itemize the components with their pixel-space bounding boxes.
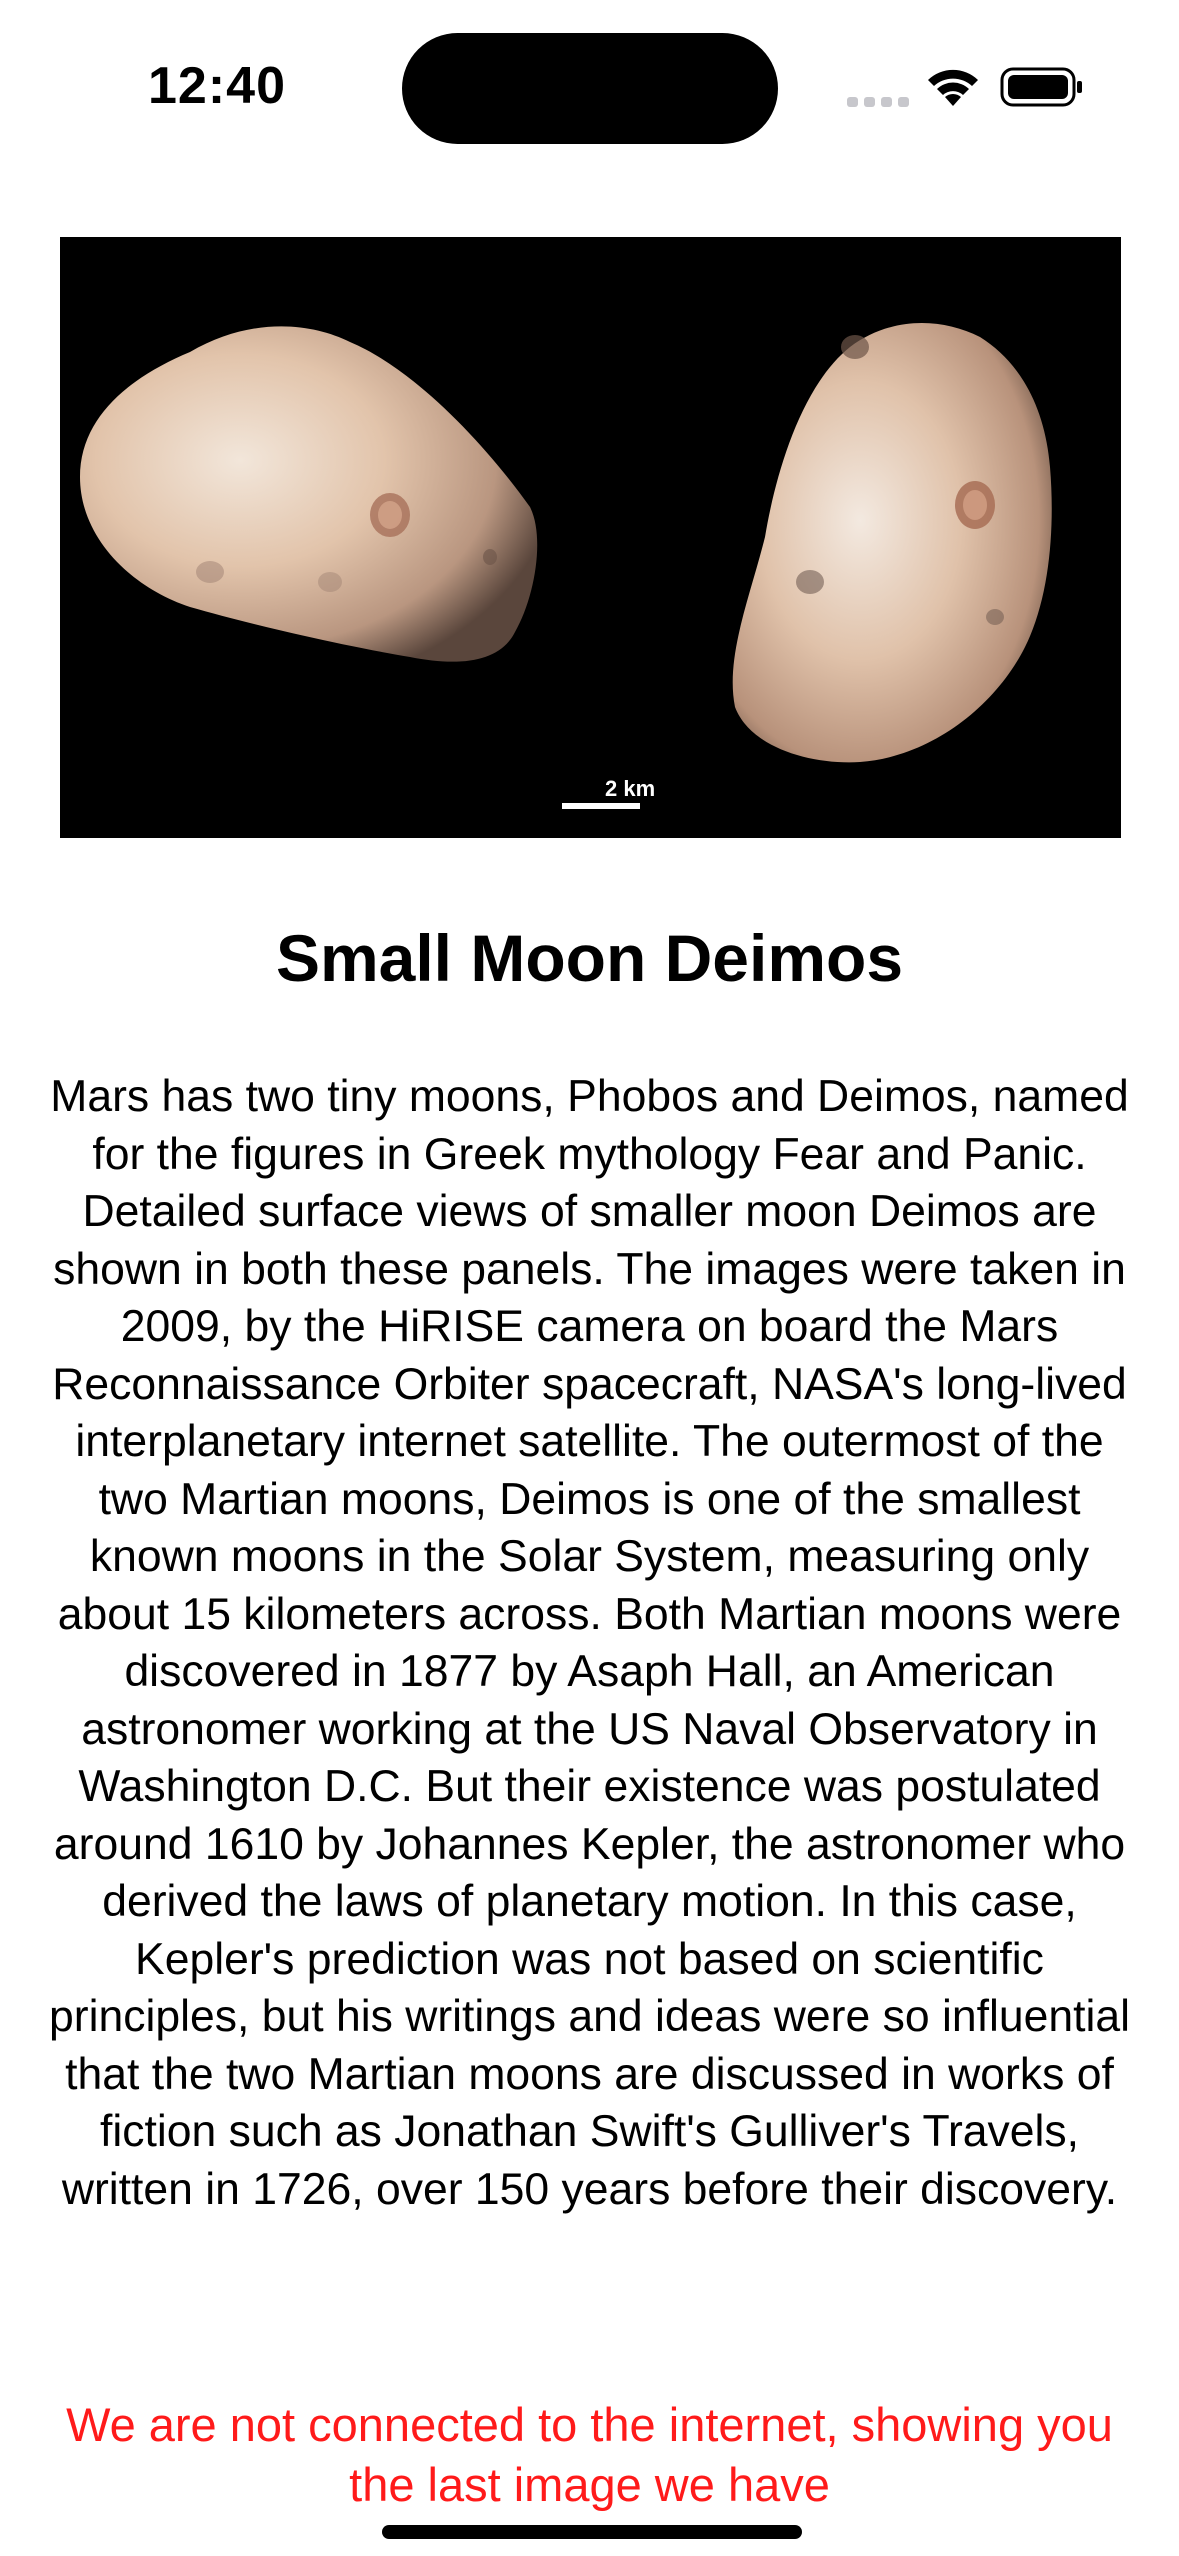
battery-icon — [1000, 67, 1082, 107]
status-bar: 12:40 — [0, 0, 1179, 170]
home-indicator[interactable] — [382, 2525, 802, 2539]
article-description: Mars has two tiny moons, Phobos and Deim… — [49, 1072, 1130, 2214]
scale-bar — [562, 803, 640, 809]
offline-warning: We are not connected to the internet, sh… — [66, 2398, 1113, 2511]
page-title: Small Moon Deimos — [275, 921, 904, 995]
wifi-icon — [928, 69, 978, 106]
cellular-signal-icon — [847, 97, 909, 107]
deimos-image: 2 km — [60, 237, 1121, 838]
status-time: 12:40 — [148, 57, 286, 115]
dynamic-island — [402, 33, 778, 144]
scale-label: 2 km — [605, 776, 655, 801]
